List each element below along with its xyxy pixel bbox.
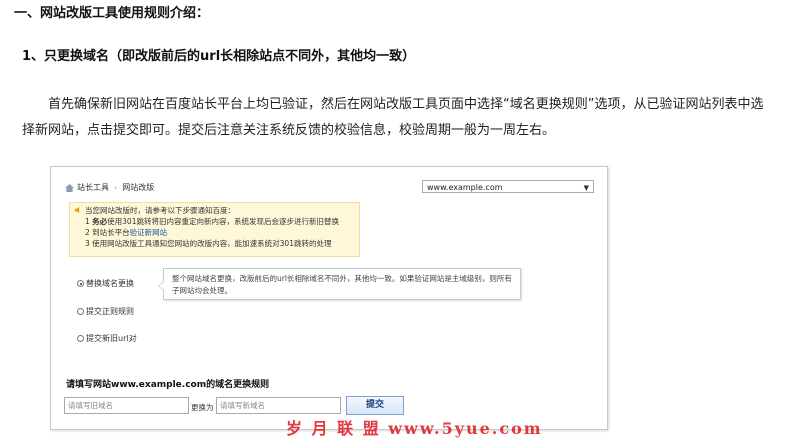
option-tooltip: 整个网站域名更换，改版前后的url长相除域名不同外，其他均一致。如果验证网站是主… [158, 268, 521, 300]
option-domain-change-label: 替换域名更换 [86, 279, 134, 288]
rules-title: 请填写网站www.example.com的域名更换规则 [66, 380, 270, 390]
new-domain-input[interactable] [216, 397, 341, 414]
domain-select[interactable]: www.example.com ▼ [422, 180, 594, 193]
watermark: 岁 月 联 盟 www.5yue.com [286, 419, 543, 438]
option-url-pairs[interactable]: 提交新旧url对 [77, 333, 137, 344]
option-regex-rule[interactable]: 提交正则规则 [77, 306, 134, 317]
home-icon [65, 183, 74, 192]
submit-button[interactable]: 提交 [346, 396, 404, 415]
breadcrumb-separator-icon: › [114, 183, 118, 192]
section-heading: 一、网站改版工具使用规则介绍： [14, 6, 210, 21]
intro-paragraph: 首先确保新旧网站在百度站长平台上均已验证，然后在网站改版工具页面中选择“域名更换… [22, 97, 764, 138]
notice-intro: 当您网站改版时，请参考以下步骤通知百度： [85, 206, 235, 215]
notice-box: 当您网站改版时，请参考以下步骤通知百度： 1 务必使用301跳转将旧内容重定向新… [69, 202, 360, 257]
speaker-icon [74, 206, 80, 214]
verify-site-link[interactable]: 验证新网站 [130, 228, 168, 237]
notice-step-3: 3 使用网站改版工具通知您网站的改版内容，能加速系统对301跳转的处理 [85, 239, 332, 248]
replace-with-label: 更换为 [191, 403, 214, 412]
notice-step-2: 2 到站长平台验证新网站 [85, 227, 359, 238]
notice-step-2-text: 2 到站长平台 [85, 228, 130, 237]
subsection-heading: 1、只更换域名（即改版前后的url长相除站点不同外，其他均一致） [22, 49, 416, 64]
old-domain-input[interactable] [64, 397, 189, 414]
radio-icon[interactable] [77, 308, 84, 315]
option-domain-change[interactable]: 替换域名更换 [77, 278, 134, 289]
radio-selected-icon[interactable] [77, 280, 84, 287]
notice-step-1-text: 使用301跳转将旧内容重定向新内容，系统发现后会逐步进行新旧替换 [107, 217, 339, 226]
breadcrumb-item-revision[interactable]: 网站改版 [122, 182, 154, 193]
domain-select-value: www.example.com [427, 183, 503, 192]
radio-icon[interactable] [77, 335, 84, 342]
option-url-pairs-label: 提交新旧url对 [86, 334, 137, 343]
option-regex-rule-label: 提交正则规则 [86, 307, 134, 316]
breadcrumb: 站长工具 › 网站改版 [65, 182, 154, 193]
tool-screenshot: 站长工具 › 网站改版 www.example.com ▼ 当您网站改版时，请参… [50, 166, 608, 430]
breadcrumb-item-tools[interactable]: 站长工具 [77, 182, 109, 193]
notice-step-1-emphasis: 务必 [92, 217, 108, 226]
chevron-down-icon: ▼ [583, 184, 589, 192]
notice-step-1: 1 务必使用301跳转将旧内容重定向新内容，系统发现后会逐步进行新旧替换 [85, 216, 359, 227]
